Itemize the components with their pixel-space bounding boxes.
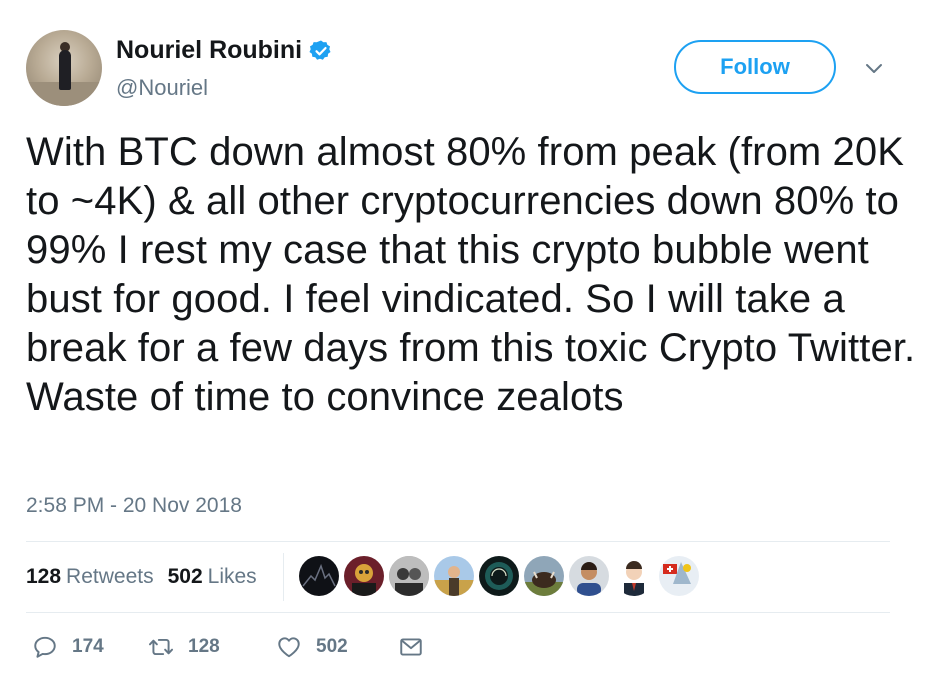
- retweet-count: 128: [188, 636, 220, 657]
- liker-avatar[interactable]: [299, 556, 339, 596]
- name-row: Nouriel Roubini: [116, 36, 333, 65]
- liker-avatar[interactable]: [389, 556, 429, 596]
- stats-separator: [283, 553, 284, 601]
- liker-avatar[interactable]: [659, 556, 699, 596]
- user-name[interactable]: Nouriel Roubini: [116, 36, 302, 65]
- retweets-stat[interactable]: 128 Retweets: [26, 565, 154, 589]
- reply-button[interactable]: 174: [32, 634, 104, 660]
- retweets-label: Retweets: [66, 565, 154, 588]
- retweet-button[interactable]: 128: [148, 634, 220, 660]
- likes-stat[interactable]: 502 Likes: [168, 565, 257, 589]
- liker-avatar[interactable]: [434, 556, 474, 596]
- liker-avatar[interactable]: [479, 556, 519, 596]
- liker-avatar[interactable]: [344, 556, 384, 596]
- liker-avatar[interactable]: [569, 556, 609, 596]
- direct-message-button[interactable]: [398, 634, 424, 660]
- tweet-text: With BTC down almost 80% from peak (from…: [26, 130, 916, 419]
- liker-avatar[interactable]: [524, 556, 564, 596]
- reply-count: 174: [72, 636, 104, 657]
- heart-icon: [278, 637, 300, 658]
- divider: [26, 541, 890, 542]
- user-handle[interactable]: @Nouriel: [116, 75, 208, 101]
- likes-label: Likes: [207, 565, 257, 588]
- chevron-down-icon[interactable]: [862, 56, 886, 80]
- tweet-stats: 128 Retweets 502 Likes: [26, 563, 257, 591]
- like-count: 502: [316, 636, 348, 657]
- divider: [26, 612, 890, 613]
- follow-button[interactable]: Follow: [674, 40, 836, 94]
- reply-icon: [34, 636, 56, 658]
- envelope-icon: [400, 638, 422, 656]
- avatar[interactable]: [26, 30, 102, 106]
- tweet-timestamp[interactable]: 2:58 PM - 20 Nov 2018: [26, 494, 242, 518]
- tweet-header: Nouriel Roubini @Nouriel Follow: [26, 28, 916, 108]
- like-button[interactable]: 502: [276, 634, 348, 660]
- liker-avatar[interactable]: [614, 556, 654, 596]
- retweet-icon: [148, 638, 174, 656]
- retweets-count: 128: [26, 565, 62, 588]
- likes-count: 502: [167, 565, 203, 588]
- verified-badge-icon: [309, 40, 331, 60]
